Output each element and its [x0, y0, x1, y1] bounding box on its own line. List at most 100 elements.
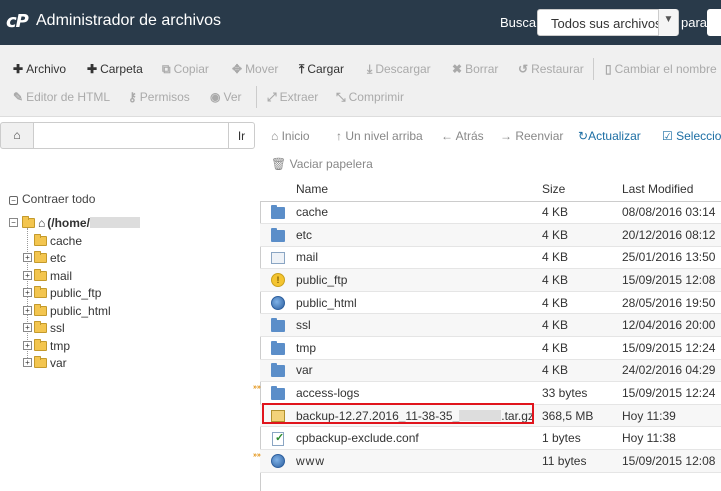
forward-button[interactable]: → Reenviar [500, 129, 563, 143]
tree-item-mail[interactable]: mail [34, 269, 72, 283]
rename-button[interactable]: ▯ Cambiar el nombre [605, 62, 717, 76]
folder-icon [271, 318, 285, 333]
delete-button[interactable]: ✖ Borrar [452, 62, 498, 76]
table-row[interactable]: ! public_ftp 4 KB 15/09/2015 12:08 [260, 268, 721, 292]
home-icon: ⌂ [13, 128, 21, 142]
path-input[interactable] [33, 122, 229, 149]
file-name: cache [296, 201, 542, 225]
back-button[interactable]: ← Atrás [441, 129, 484, 143]
table-row[interactable]: tmp 4 KB 15/09/2015 12:24 [260, 336, 721, 360]
collapse-tree-toggle[interactable]: − [9, 218, 18, 227]
folder-icon [34, 234, 47, 246]
cpanel-logo[interactable]: cP [6, 11, 30, 33]
extract-button[interactable]: ⤢ Extraer [267, 90, 318, 105]
file-size: 4 KB [542, 268, 622, 292]
modified-column-header[interactable]: Last Modified [622, 177, 721, 202]
expand-toggle[interactable]: + [23, 341, 32, 350]
tree-item-var[interactable]: var [34, 356, 67, 370]
table-row[interactable]: cache 4 KB 08/08/2016 03:14 [260, 201, 721, 225]
home-button[interactable]: ⌂ [0, 122, 34, 149]
html-editor-button[interactable]: ✎ Editor de HTML [13, 90, 110, 104]
folder-icon [271, 227, 285, 242]
selection-highlight-box [262, 403, 534, 424]
file-modified: Hoy 11:38 [622, 426, 721, 451]
arrow-right-icon: → [500, 129, 512, 143]
home-nav-button[interactable]: ⌂ Inicio [271, 129, 310, 143]
tree-item-public-html[interactable]: public_html [34, 304, 111, 318]
file-size: 1 bytes [542, 426, 622, 451]
checkbox-icon: ☑ [662, 129, 673, 143]
key-icon: ⚷ [128, 90, 137, 104]
folder-icon [34, 251, 47, 263]
table-row[interactable]: ssl 4 KB 12/04/2016 20:00 [260, 313, 721, 338]
folder-icon [271, 205, 285, 220]
tree-item-tmp[interactable]: tmp [34, 339, 70, 353]
search-scope-select[interactable]: Todos sus archivos ▼ [537, 9, 679, 36]
restore-button[interactable]: ↺ Restaurar [518, 62, 584, 76]
symlink-marker-icon: »» [253, 384, 261, 392]
tree-item-cache[interactable]: cache [34, 234, 82, 248]
expand-toggle[interactable]: + [23, 358, 32, 367]
download-button[interactable]: ⤓ Descargar [367, 62, 431, 77]
file-modified: 25/01/2016 13:50 [622, 246, 721, 270]
tree-item-public-ftp[interactable]: public_ftp [34, 286, 101, 300]
table-row[interactable]: var 4 KB 24/02/2016 04:29 [260, 359, 721, 383]
toolbar-divider [593, 58, 594, 80]
mail-icon [271, 252, 285, 265]
copy-icon: ⧉ [162, 62, 171, 76]
permissions-button[interactable]: ⚷ Permisos [128, 90, 190, 104]
file-modified: 12/04/2016 20:00 [622, 313, 721, 338]
file-name: etc [296, 223, 542, 247]
tree-root[interactable]: ⌂ (/home/ [22, 216, 140, 230]
document-icon: ▯ [605, 62, 612, 76]
file-name: var [296, 359, 542, 383]
size-column-header[interactable]: Size [542, 177, 622, 202]
folder-icon [34, 269, 47, 281]
folder-icon [34, 286, 47, 298]
search-scope-value: Todos sus archivos [551, 16, 662, 31]
copy-button[interactable]: ⧉ Copiar [162, 62, 209, 77]
up-one-level-button[interactable]: ↑ Un nivel arriba [336, 129, 423, 143]
file-name: public_html [296, 291, 542, 315]
file-name: cpbackup-exclude.conf [296, 426, 542, 451]
table-row[interactable]: public_html 4 KB 28/05/2016 19:50 [260, 291, 721, 315]
name-column-header[interactable]: Name [296, 177, 542, 202]
x-icon: ✖ [452, 62, 463, 76]
expand-toggle[interactable]: + [23, 271, 32, 280]
view-button[interactable]: ◉ Ver [210, 90, 242, 104]
expand-toggle[interactable]: + [23, 306, 32, 315]
empty-trash-button[interactable]: 🗑 Vaciar papelera [271, 157, 373, 171]
table-row[interactable]: »» www 11 bytes 15/09/2015 12:08 [253, 449, 721, 473]
trash-icon: 🗑 [271, 157, 287, 171]
redacted-username [89, 217, 140, 228]
folder-icon [34, 304, 47, 316]
table-row[interactable]: mail 4 KB 25/01/2016 13:50 [260, 246, 721, 270]
top-header: cP Administrador de archivos Buscar Todo… [0, 0, 721, 45]
expand-toggle[interactable]: + [23, 253, 32, 262]
move-icon: ✥ [232, 62, 243, 76]
expand-icon: ⤢ [267, 90, 277, 104]
file-size: 4 KB [542, 359, 622, 383]
new-folder-button[interactable]: ✚ Carpeta [87, 62, 143, 76]
go-button[interactable]: Ir [228, 122, 255, 149]
toolbar: ✚ Archivo ✚ Carpeta ⧉ Copiar ✥ Mover ⤒ Cargar… [0, 45, 721, 117]
folder-icon [271, 385, 285, 400]
search-label: Buscar [500, 15, 541, 30]
table-row[interactable]: cpbackup-exclude.conf 1 bytes Hoy 11:38 [260, 426, 721, 451]
search-input[interactable] [707, 9, 721, 36]
file-modified: 24/02/2016 04:29 [622, 359, 721, 383]
tree-item-ssl[interactable]: ssl [34, 321, 65, 335]
refresh-button[interactable]: ↻Actualizar [578, 129, 641, 143]
tree-item-etc[interactable]: etc [34, 251, 66, 265]
new-file-button[interactable]: ✚ Archivo [13, 62, 66, 76]
table-row[interactable]: »» access-logs 33 bytes 15/09/2015 12:24 [253, 381, 721, 405]
table-row[interactable]: etc 4 KB 20/12/2016 08:12 [260, 223, 721, 247]
move-button[interactable]: ✥ Mover [232, 62, 278, 76]
upload-button[interactable]: ⤒ Cargar [299, 62, 344, 77]
symlink-marker-icon: »» [253, 452, 261, 460]
select-all-button[interactable]: ☑ Seleccionar [662, 129, 721, 143]
expand-toggle[interactable]: + [23, 288, 32, 297]
collapse-all-button[interactable]: − Contraer todo [9, 192, 95, 206]
compress-button[interactable]: ⤡ Comprimir [336, 90, 404, 105]
expand-toggle[interactable]: + [23, 323, 32, 332]
